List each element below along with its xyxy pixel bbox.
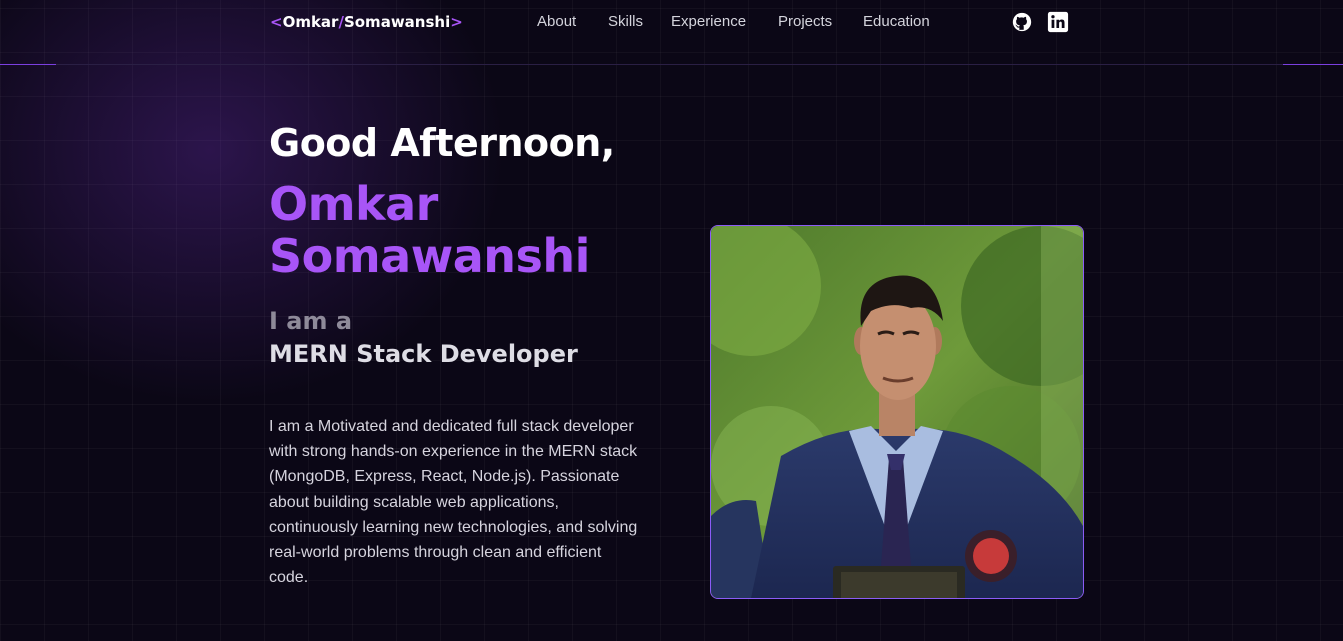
hero-role: MERN Stack Developer: [269, 340, 578, 368]
nav-link-education[interactable]: Education: [863, 12, 930, 32]
nav-link-projects[interactable]: Projects: [778, 12, 832, 32]
logo-close-bracket: >: [450, 13, 463, 31]
logo-open-bracket: <: [270, 13, 283, 31]
hero-bio: I am a Motivated and dedicated full stac…: [269, 418, 638, 587]
hero-name: Omkar Somawanshi: [269, 177, 590, 283]
logo-first-name: Omkar: [282, 13, 339, 31]
grid-background: [0, 0, 1343, 641]
linkedin-icon[interactable]: [1047, 11, 1069, 33]
nav-link-experience[interactable]: Experience: [671, 12, 746, 32]
nav-link-about[interactable]: About: [537, 12, 576, 32]
site-logo[interactable]: <Omkar/Somawanshi>: [270, 12, 463, 32]
hero-greeting: Good Afternoon,: [269, 121, 615, 165]
github-icon[interactable]: [1011, 11, 1033, 33]
nav-link-skills[interactable]: Skills: [608, 12, 643, 32]
hero-intro-prefix: I am a: [269, 307, 353, 335]
navbar: <Omkar/Somawanshi> About Skills Experien…: [0, 0, 1343, 64]
navbar-divider: [0, 64, 1343, 65]
profile-photo: [710, 225, 1084, 599]
logo-last-name: Somawanshi: [343, 13, 451, 31]
